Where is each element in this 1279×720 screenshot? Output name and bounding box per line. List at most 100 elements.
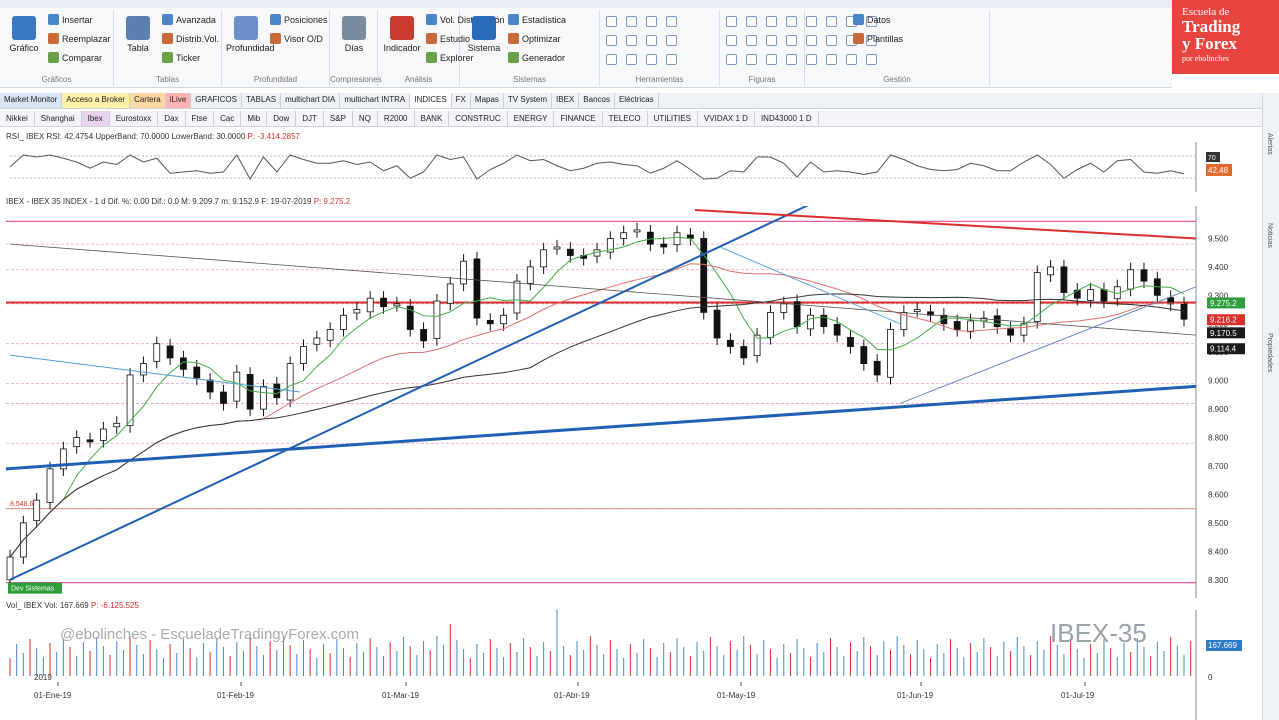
tab-market-monitor[interactable]: Market Monitor [0,93,63,108]
candle[interactable] [1007,328,1014,336]
candle[interactable] [526,266,534,284]
candle[interactable] [727,339,734,347]
candle[interactable] [113,422,121,428]
symbol-tab-ind43000-1-d[interactable]: IND43000 1 D [755,111,819,126]
candle[interactable] [767,312,774,338]
symbol-tab-dow[interactable]: Dow [267,111,297,126]
candle[interactable] [566,248,574,256]
rsi-panel[interactable]: 70 42.48 [0,142,1262,192]
ribbon-item[interactable]: Visor O/D [270,33,323,44]
ribbon-item[interactable]: Distrib.Vol. [162,33,219,44]
candle[interactable] [513,280,521,314]
candle[interactable] [780,303,788,313]
tool-icon[interactable] [646,54,657,65]
candle[interactable] [140,363,147,376]
candle[interactable] [366,297,374,313]
candle[interactable] [993,315,1001,328]
symbol-tab-finance[interactable]: FINANCE [554,111,603,126]
tab-indices[interactable]: INDICES [410,93,452,108]
price-chart[interactable]: 9.5009.4009.3009.2009.1009.0008.9008.800… [0,206,1262,598]
sidebar-tab-noticias[interactable]: Noticias [1266,223,1273,248]
tool-icon[interactable] [726,54,737,65]
candle[interactable] [860,346,868,365]
ribbon-item[interactable]: Plantillas [853,33,903,44]
ribbon-big-button[interactable]: Profundidad [226,16,275,53]
symbol-tab-bank[interactable]: BANK [415,111,450,126]
symbol-tab-nq[interactable]: NQ [353,111,378,126]
symbol-tab-mib[interactable]: Mib [241,111,268,126]
candle[interactable] [673,232,681,246]
tool-icon[interactable] [766,35,777,46]
tool-icon[interactable] [746,16,757,27]
tab-tv-system[interactable]: TV System [504,93,553,108]
ribbon-item[interactable]: Posiciones [270,14,328,25]
symbol-tab-vvidax-1-d[interactable]: VVIDAX 1 D [698,111,755,126]
candle[interactable] [793,301,801,328]
candle[interactable] [620,232,628,239]
tool-icon[interactable] [646,35,657,46]
candle[interactable] [460,260,467,285]
candle[interactable] [326,329,334,341]
candle[interactable] [73,437,81,448]
candle[interactable] [1047,266,1054,276]
tab-cartera[interactable]: Cartera [130,93,166,108]
symbol-tab-construc[interactable]: CONSTRUC [449,111,508,126]
candle[interactable] [1100,289,1108,302]
symbol-tab-djt[interactable]: DJT [296,111,324,126]
tab-tablas[interactable]: TABLAS [242,93,282,108]
tool-icon[interactable] [666,54,677,65]
tool-icon[interactable] [606,16,617,27]
candle[interactable] [1140,269,1148,282]
candle[interactable] [220,391,227,404]
tool-icon[interactable] [786,16,797,27]
tab-ilive[interactable]: iLive [165,93,192,108]
ribbon-item[interactable]: Reemplazar [48,33,111,44]
ribbon-item[interactable]: Optimizar [508,33,561,44]
symbol-tab-ibex[interactable]: Ibex [81,111,110,126]
tool-icon[interactable] [726,16,737,27]
candle[interactable] [340,314,347,330]
ribbon-big-button[interactable]: Gráfico [4,16,44,53]
symbol-tab-ftse[interactable]: Ftse [186,111,215,126]
candle[interactable] [233,371,241,402]
symbol-tab-teleco[interactable]: TELECO [603,111,648,126]
candle[interactable] [473,258,481,319]
symbol-tab-eurostoxx[interactable]: Eurostoxx [110,111,159,126]
candle[interactable] [380,297,387,308]
candle[interactable] [847,337,854,347]
tab-el-ctricas[interactable]: Eléctricas [615,93,659,108]
symbol-tab-cac[interactable]: Cac [214,111,242,126]
ribbon-big-button[interactable]: Indicador [382,16,422,53]
tab-multichart-intra[interactable]: multichart INTRA [340,93,411,108]
candle[interactable] [99,428,107,441]
tool-icon[interactable] [786,35,797,46]
candle[interactable] [353,309,361,314]
candle[interactable] [807,314,814,330]
candle[interactable] [486,319,494,325]
symbol-tab-s-p[interactable]: S&P [324,111,353,126]
tool-icon[interactable] [666,35,677,46]
candle[interactable] [86,439,94,443]
tab-bancos[interactable]: Bancos [579,93,615,108]
ribbon-tab-strip[interactable] [0,0,1279,8]
ribbon-item[interactable]: Estadística [508,14,566,25]
tool-icon[interactable] [746,35,757,46]
ribbon-item[interactable]: Comparar [48,52,102,63]
tool-icon[interactable] [606,35,617,46]
symbol-tab-nikkei[interactable]: Nikkei [0,111,35,126]
sidebar-tab-alertas[interactable]: Alertas [1266,133,1273,155]
candle[interactable] [660,243,668,248]
tab-ibex[interactable]: IBEX [552,93,580,108]
tool-icon[interactable] [766,54,777,65]
tab-fx[interactable]: FX [452,93,471,108]
candle[interactable] [166,345,174,359]
candle[interactable] [420,329,427,342]
candle[interactable] [833,323,841,336]
candle[interactable] [433,300,441,339]
candle[interactable] [273,383,281,399]
candle[interactable] [700,238,708,313]
candle[interactable] [913,309,921,312]
candle[interactable] [153,343,161,362]
ribbon-big-button[interactable]: Tabla [118,16,158,53]
candle[interactable] [446,283,454,304]
